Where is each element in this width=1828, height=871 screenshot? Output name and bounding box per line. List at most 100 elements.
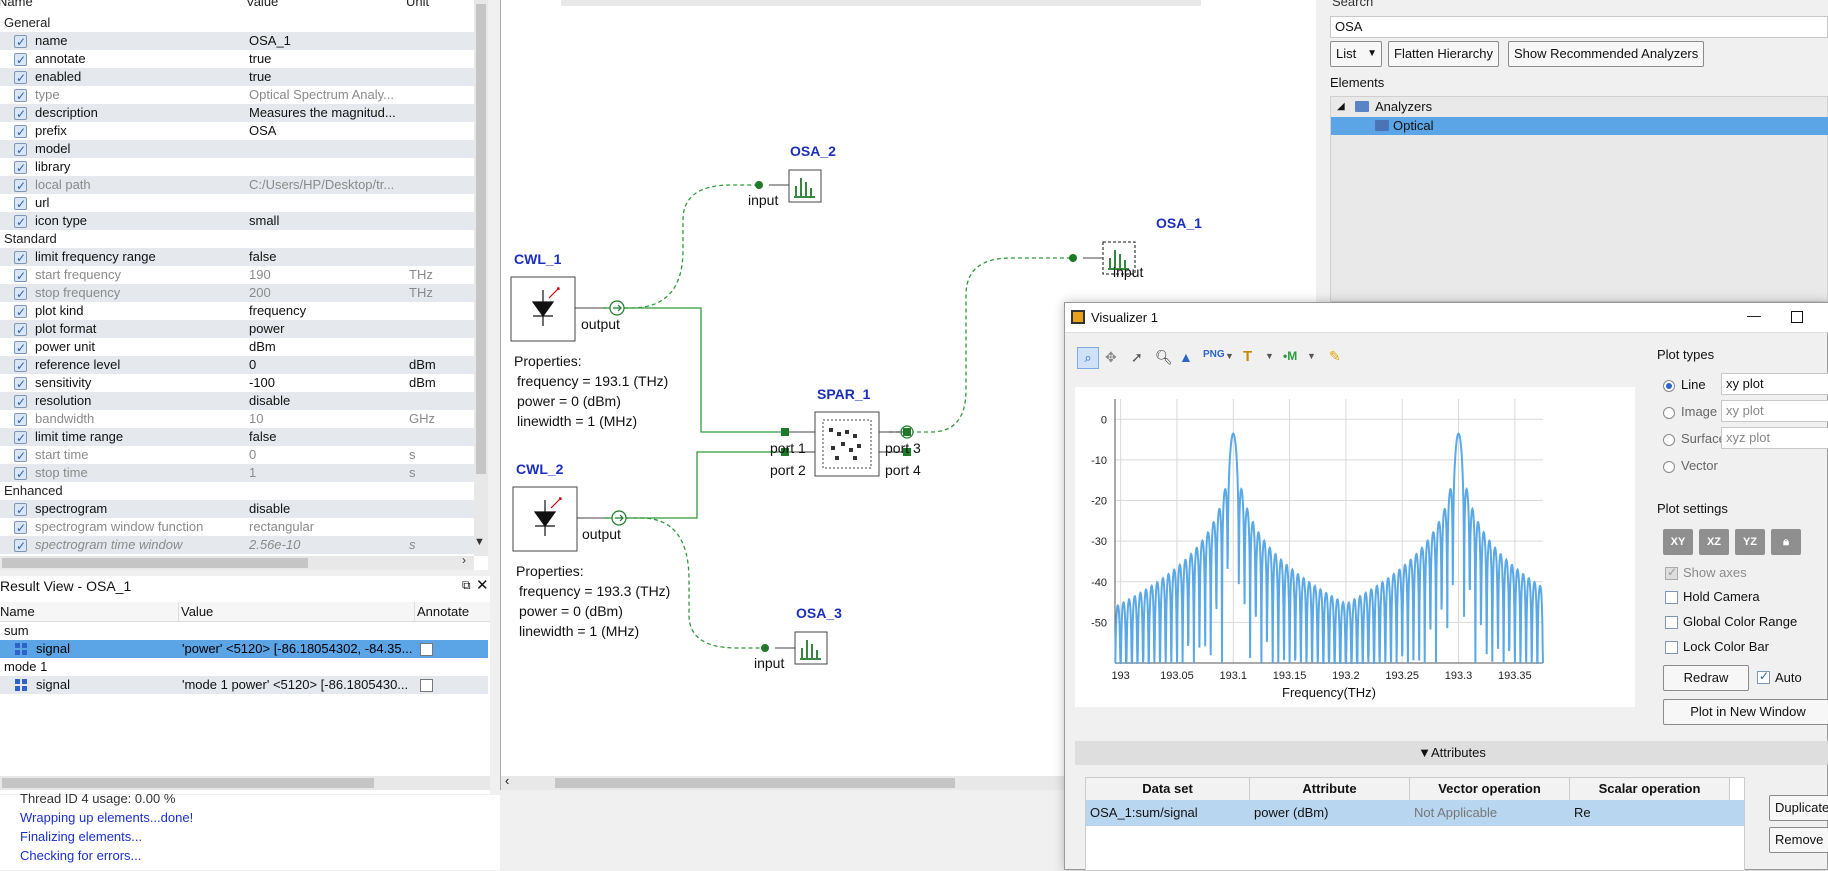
property-checkbox[interactable]: [14, 267, 27, 285]
attributes-header[interactable]: ▼Attributes: [1075, 741, 1828, 765]
property-row[interactable]: reference level 0 dBm: [0, 356, 474, 375]
plot-type-field[interactable]: xyz plot: [1721, 427, 1828, 449]
redraw-button[interactable]: Redraw: [1663, 665, 1749, 691]
column-header-name[interactable]: Name: [0, 0, 33, 14]
maximize-icon[interactable]: [1791, 311, 1803, 323]
canvas-horizontal-scrollbar[interactable]: ‹: [501, 773, 1065, 790]
visualizer-title-bar[interactable]: Visualizer 1 —: [1065, 303, 1828, 333]
property-checkbox[interactable]: [14, 177, 27, 195]
property-checkbox[interactable]: [14, 69, 27, 87]
property-checkbox[interactable]: [14, 339, 27, 357]
property-row[interactable]: enabled true: [0, 68, 474, 87]
hold-camera-checkbox[interactable]: [1665, 591, 1678, 604]
plot-type-field[interactable]: xy plot: [1721, 400, 1828, 422]
property-checkbox[interactable]: [14, 87, 27, 105]
mountain-icon[interactable]: ▲: [1179, 349, 1193, 365]
chart-area[interactable]: 193 193.05 193.1 193.15 193.2 193.25 193.3 193.…: [1075, 387, 1635, 707]
result-header-name[interactable]: Name: [0, 602, 178, 622]
property-row[interactable]: annotate true: [0, 50, 474, 69]
property-row[interactable]: url: [0, 194, 474, 213]
result-header-annotate[interactable]: Annotate: [414, 602, 490, 622]
lock-color-bar-checkbox[interactable]: [1665, 641, 1678, 654]
plot-type-field[interactable]: xy plot: [1721, 373, 1828, 395]
table-header-vector-operation[interactable]: Vector operation: [1410, 778, 1570, 800]
property-checkbox[interactable]: [14, 375, 27, 393]
property-horizontal-scrollbar[interactable]: [0, 556, 474, 570]
property-checkbox[interactable]: [14, 411, 27, 429]
result-section[interactable]: sum: [0, 622, 488, 640]
float-panel-icon[interactable]: ⧉: [462, 578, 471, 593]
property-checkbox[interactable]: [14, 33, 27, 51]
property-row[interactable]: stop frequency 200 THz: [0, 284, 474, 303]
property-row[interactable]: sensitivity -100 dBm: [0, 374, 474, 393]
global-color-range-checkbox[interactable]: [1665, 616, 1678, 629]
property-row[interactable]: local path C:/Users/HP/Desktop/tr...: [0, 176, 474, 195]
show-recommended-analyzers-button[interactable]: Show Recommended Analyzers: [1508, 41, 1705, 67]
property-checkbox[interactable]: [14, 213, 27, 231]
property-row[interactable]: resolution disable: [0, 392, 474, 411]
result-header-value[interactable]: Value: [178, 602, 414, 622]
expand-arrow-icon[interactable]: ◢: [1337, 101, 1345, 112]
close-icon[interactable]: ✕: [476, 576, 489, 594]
property-checkbox[interactable]: [14, 105, 27, 123]
property-checkbox[interactable]: [14, 537, 27, 555]
property-checkbox[interactable]: [14, 159, 27, 177]
element-label-osa1[interactable]: OSA_1: [1156, 215, 1202, 231]
view-yz-button[interactable]: YZ: [1735, 529, 1765, 555]
column-header-value[interactable]: Value: [246, 0, 278, 14]
scroll-down-arrow-icon[interactable]: ▼: [474, 536, 485, 548]
property-row[interactable]: limit time range false: [0, 428, 474, 447]
property-checkbox[interactable]: [14, 519, 27, 537]
minimize-icon[interactable]: —: [1747, 307, 1761, 323]
property-checkbox[interactable]: [14, 501, 27, 519]
pointer-icon[interactable]: ➚: [1131, 349, 1143, 366]
property-row[interactable]: description Measures the magnitud...: [0, 104, 474, 123]
property-vertical-scrollbar[interactable]: [474, 0, 488, 556]
lock-view-button[interactable]: 🔒︎: [1771, 529, 1801, 555]
pan-icon[interactable]: ✥: [1105, 349, 1117, 366]
property-checkbox[interactable]: [14, 393, 27, 411]
zoom-icon[interactable]: 🔍︎: [1155, 349, 1173, 366]
plot-type-radio[interactable]: [1663, 407, 1675, 419]
property-row[interactable]: type Optical Spectrum Analy...: [0, 86, 474, 105]
result-horizontal-scrollbar[interactable]: [0, 776, 490, 790]
flatten-hierarchy-button[interactable]: Flatten Hierarchy: [1388, 41, 1499, 67]
property-row[interactable]: library: [0, 158, 474, 177]
table-header-attribute[interactable]: Attribute: [1250, 778, 1410, 800]
property-checkbox[interactable]: [14, 285, 27, 303]
plot-type-radio[interactable]: [1663, 380, 1675, 392]
result-section[interactable]: mode 1: [0, 658, 488, 676]
annotate-checkbox[interactable]: [420, 643, 433, 656]
property-row[interactable]: icon type small: [0, 212, 474, 231]
property-row[interactable]: limit frequency range false: [0, 248, 474, 267]
property-checkbox[interactable]: [14, 357, 27, 375]
property-checkbox[interactable]: [14, 123, 27, 141]
plot-type-radio[interactable]: [1663, 434, 1675, 446]
chevron-down-icon[interactable]: ▼: [1265, 351, 1274, 361]
element-label-osa2[interactable]: OSA_2: [790, 143, 836, 159]
property-checkbox[interactable]: [14, 303, 27, 321]
property-checkbox[interactable]: [14, 51, 27, 69]
element-label-cwl2[interactable]: CWL_2: [516, 461, 563, 477]
element-label-osa3[interactable]: OSA_3: [796, 605, 842, 621]
property-row[interactable]: start time 0 s: [0, 446, 474, 465]
property-row[interactable]: name OSA_1: [0, 32, 474, 51]
remove-button[interactable]: Remove: [1769, 827, 1828, 853]
property-row[interactable]: spectrogram time window 2.56e-10 s: [0, 536, 474, 555]
marker-icon[interactable]: •M: [1283, 349, 1297, 363]
property-row[interactable]: spectrogram disable: [0, 500, 474, 519]
pencil-icon[interactable]: ✎: [1329, 348, 1341, 365]
view-xy-button[interactable]: XY: [1663, 529, 1693, 555]
scroll-right-arrow-icon[interactable]: ›: [462, 553, 466, 567]
property-row[interactable]: start frequency 190 THz: [0, 266, 474, 285]
property-checkbox[interactable]: [14, 195, 27, 213]
tree-item-analyzers[interactable]: ◢ Analyzers: [1331, 99, 1828, 117]
property-row[interactable]: plot format power: [0, 320, 474, 339]
tree-item-optical[interactable]: Optical: [1331, 117, 1828, 135]
export-png-icon[interactable]: PNG: [1203, 349, 1225, 360]
property-row[interactable]: power unit dBm: [0, 338, 474, 357]
zoom-select-icon[interactable]: ⌕: [1077, 347, 1099, 369]
property-checkbox[interactable]: [14, 321, 27, 339]
text-annotation-icon[interactable]: T: [1243, 348, 1252, 365]
property-row[interactable]: model: [0, 140, 474, 159]
